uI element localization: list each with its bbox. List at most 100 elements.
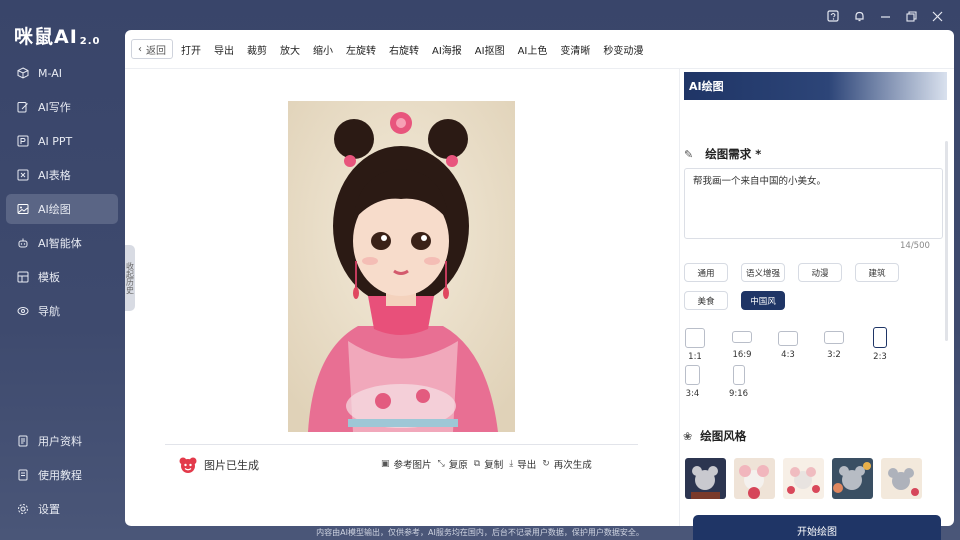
- sidebar-item-label: 模板: [38, 271, 60, 284]
- generation-status: 图片已生成: [179, 456, 259, 474]
- copy-button[interactable]: ⧉ 复制: [474, 457, 503, 471]
- ratio-label: 4:3: [781, 350, 795, 360]
- image-actions: ▣ 参考图片 ⤡ 复原 ⧉ 复制 ⤓ 导出 ↻ 再次生成: [381, 457, 598, 471]
- image-ref-icon: ▣: [381, 459, 390, 469]
- sidebar-item-label: 用户资料: [38, 435, 82, 448]
- tag-architecture[interactable]: 建筑: [855, 263, 899, 282]
- action-label: 复原: [448, 460, 468, 471]
- sidebar-item-label: AI表格: [38, 169, 71, 182]
- ratio-label: 1:1: [688, 352, 702, 362]
- toolbar-ai-cutout[interactable]: AI抠图: [475, 42, 505, 57]
- toolbar-to-anime[interactable]: 秒变动漫: [603, 42, 643, 57]
- canvas-divider: [165, 444, 638, 445]
- regenerate-button[interactable]: ↻ 再次生成: [542, 457, 592, 471]
- panel-title: AI绘图: [689, 80, 724, 93]
- style-section-title: ❀ 绘图风格: [683, 428, 746, 444]
- back-button[interactable]: ‹ 返回: [131, 39, 173, 59]
- sidebar-item-settings[interactable]: 设置: [6, 494, 118, 524]
- toolbar-ai-colorize[interactable]: AI上色: [518, 42, 548, 57]
- sidebar-item-label: 使用教程: [38, 469, 82, 482]
- sidebar-item-ai-drawing[interactable]: AI绘图: [6, 194, 118, 224]
- tag-food[interactable]: 美食: [684, 291, 728, 310]
- reference-image-button[interactable]: ▣ 参考图片: [381, 457, 432, 471]
- window-controls: [820, 6, 950, 26]
- ai-drawing-panel: AI绘图 ✎ 绘图需求 * 帮我画一个来自中国的小美女。 14/500 通用 语…: [679, 68, 954, 540]
- style-thumbnails: [685, 458, 922, 499]
- user-doc-icon: [16, 434, 30, 448]
- image-toolbar: ‹ 返回 打开 导出 裁剪 放大 缩小 左旋转 右旋转 AI海报 AI抠图 AI…: [131, 39, 656, 59]
- gear-icon: [16, 502, 30, 516]
- restore-button[interactable]: ⤡ 复原: [438, 457, 468, 471]
- ratio-label: 2:3: [873, 352, 887, 362]
- ratio-2-3[interactable]: 2:3: [873, 327, 887, 362]
- ratio-9-16[interactable]: 9:16: [729, 365, 748, 399]
- toolbar-open[interactable]: 打开: [181, 42, 201, 57]
- action-label: 复制: [484, 460, 504, 471]
- toolbar-rotate-left[interactable]: 左旋转: [346, 42, 376, 57]
- char-counter: 14/500: [900, 241, 930, 251]
- sidebar-item-navigation[interactable]: 导航: [6, 296, 118, 326]
- toolbar-export[interactable]: 导出: [214, 42, 234, 57]
- tag-semantic-enhance[interactable]: 语义增强: [741, 263, 785, 282]
- sidebar-item-m-ai[interactable]: M-AI: [6, 58, 118, 88]
- export-button[interactable]: ⤓ 导出: [509, 457, 536, 471]
- toolbar-rotate-right[interactable]: 右旋转: [389, 42, 419, 57]
- sidebar-item-template[interactable]: 模板: [6, 262, 118, 292]
- bell-icon[interactable]: [846, 6, 872, 26]
- template-icon: [16, 270, 30, 284]
- help-icon[interactable]: [820, 6, 846, 26]
- restore-icon[interactable]: [898, 6, 924, 26]
- collapse-history-tab[interactable]: 收起历史: [125, 245, 135, 311]
- sidebar-item-label: 导航: [38, 305, 60, 318]
- chevron-left-icon: ‹: [138, 43, 142, 55]
- sidebar-item-ai-agent[interactable]: AI智能体: [6, 228, 118, 258]
- prompt-input[interactable]: 帮我画一个来自中国的小美女。: [684, 168, 943, 239]
- style-thumb[interactable]: [734, 458, 775, 499]
- tag-general[interactable]: 通用: [684, 263, 728, 282]
- sidebar-item-ai-table[interactable]: AI表格: [6, 160, 118, 190]
- sidebar-bottom: 用户资料 使用教程 设置: [0, 426, 124, 528]
- ratio-3-2[interactable]: 3:2: [824, 331, 844, 360]
- mouse-mascot-icon: [179, 456, 197, 474]
- style-thumb[interactable]: [832, 458, 873, 499]
- ratio-16-9[interactable]: 16:9: [732, 331, 752, 360]
- ratio-4-3[interactable]: 4:3: [778, 331, 798, 360]
- style-thumb[interactable]: [881, 458, 922, 499]
- robot-icon: [16, 236, 30, 250]
- ratio-label: 9:16: [729, 389, 749, 399]
- action-label: 导出: [517, 460, 537, 471]
- sidebar-item-ai-writing[interactable]: AI写作: [6, 92, 118, 122]
- panel-scrollbar[interactable]: [945, 141, 948, 341]
- toolbar-ai-poster[interactable]: AI海报: [432, 42, 462, 57]
- ratio-1-1[interactable]: 1:1: [685, 328, 705, 362]
- prompt-section-label: 绘图需求 *: [705, 147, 762, 161]
- download-icon: ⤓: [509, 459, 514, 469]
- minimize-icon[interactable]: [872, 6, 898, 26]
- sidebar-item-label: AI绘图: [38, 203, 71, 216]
- restore-icon: ⤡: [437, 459, 445, 469]
- toolbar-zoom-out[interactable]: 缩小: [313, 42, 333, 57]
- compass-icon: [16, 304, 30, 318]
- sidebar-item-tutorial[interactable]: 使用教程: [6, 460, 118, 490]
- tag-anime[interactable]: 动漫: [798, 263, 842, 282]
- copy-icon: ⧉: [473, 459, 481, 469]
- close-icon[interactable]: [924, 6, 950, 26]
- pen-icon: [16, 100, 30, 114]
- style-thumb[interactable]: [685, 458, 726, 499]
- toolbar-crop[interactable]: 裁剪: [247, 42, 267, 57]
- sidebar-item-ai-ppt[interactable]: AI PPT: [6, 126, 118, 156]
- sidebar-item-label: 设置: [38, 503, 60, 516]
- sidebar-item-label: AI PPT: [38, 134, 73, 148]
- app-logo: 咪鼠AI 2.0: [14, 22, 101, 49]
- prompt-section-title: ✎ 绘图需求 *: [684, 146, 761, 162]
- sidebar-item-label: M-AI: [38, 66, 62, 80]
- style-thumb[interactable]: [783, 458, 824, 499]
- app-version: 2.0: [79, 36, 101, 47]
- sidebar-item-user-profile[interactable]: 用户资料: [6, 426, 118, 456]
- toolbar-enhance[interactable]: 变清晰: [560, 42, 590, 57]
- toolbar-zoom-in[interactable]: 放大: [280, 42, 300, 57]
- ratio-3-4[interactable]: 3:4: [685, 365, 700, 399]
- sidebar-item-label: AI写作: [38, 101, 71, 114]
- tag-chinese-style[interactable]: 中国风: [741, 291, 785, 310]
- sidebar-item-label: AI智能体: [38, 237, 82, 250]
